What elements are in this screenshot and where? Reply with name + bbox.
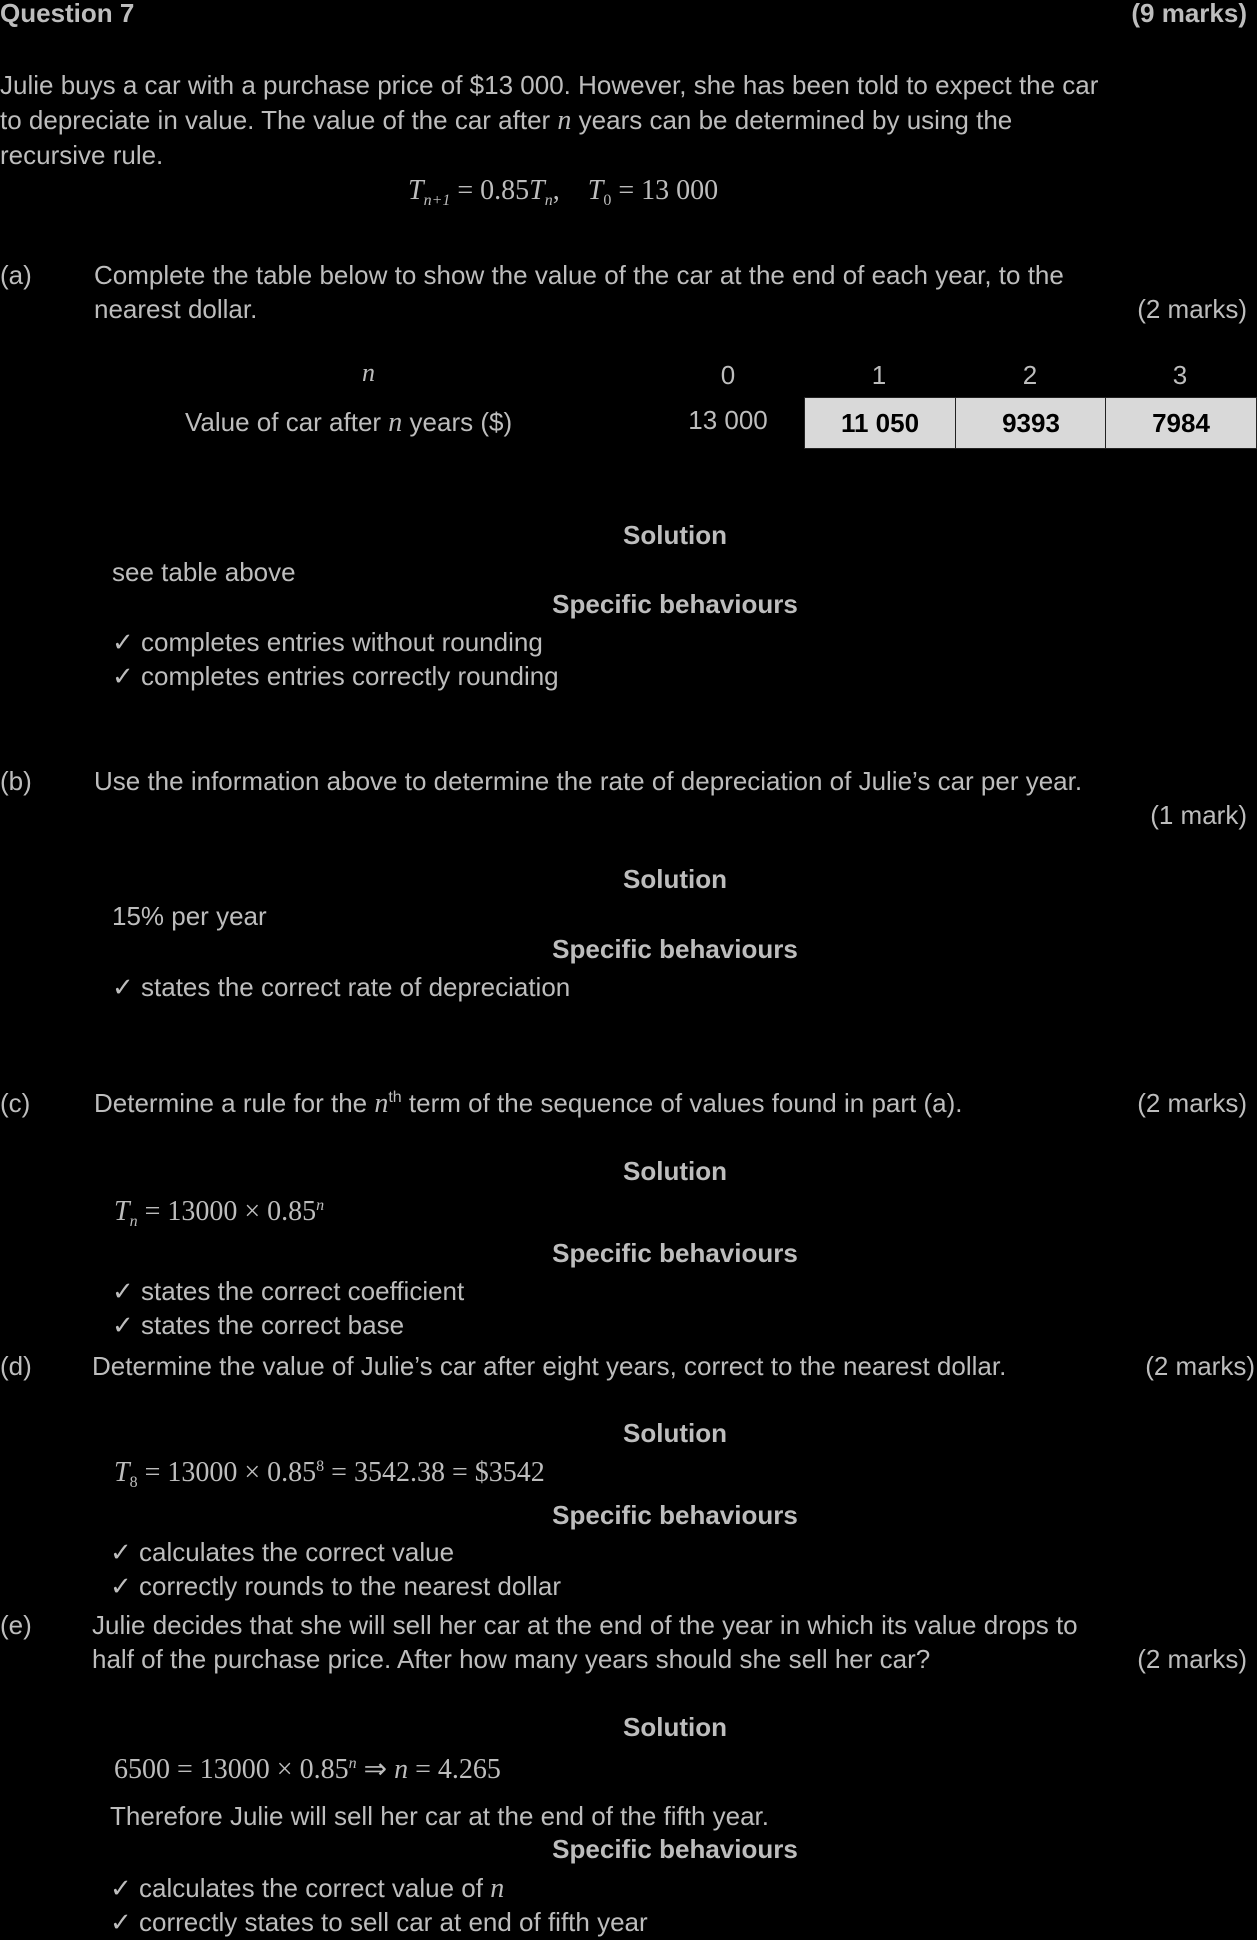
part-e-marks: (2 marks) (1137, 1644, 1247, 1674)
question-title: Question 7 (0, 0, 135, 28)
part-b-marks: (1 mark) (1150, 800, 1247, 830)
part-b-behaviour-1: ✓ states the correct rate of depreciatio… (112, 972, 571, 1002)
part-c-marks: (2 marks) (1137, 1088, 1247, 1118)
part-d-solution-formula: T8 = 13000 × 0.858 = 3542.38 = $3542 (114, 1457, 545, 1491)
table-value-2: 9393 (955, 397, 1107, 449)
table-value-label: Value of car after n years ($) (185, 407, 513, 438)
table-value-1: 11 050 (804, 397, 956, 449)
recursive-rule: Tn+1 = 0.85Tn, T0 = 13 000 (408, 175, 719, 209)
part-a-line-2: nearest dollar. (94, 294, 258, 324)
part-b-line-1: Use the information above to determine t… (94, 766, 1083, 796)
part-a-behaviour-2: ✓ completes entries correctly rounding (112, 661, 559, 691)
part-d-behaviours-title: Specific behaviours (552, 1500, 798, 1530)
intro-line-2: to depreciate in value. The value of the… (0, 105, 1013, 136)
part-b-label: (b) (0, 766, 32, 796)
part-b-behaviours-title: Specific behaviours (552, 934, 798, 964)
part-c-solution-title: Solution (623, 1156, 727, 1186)
part-b-solution: 15% per year (112, 901, 267, 931)
part-d-line-1: Determine the value of Julie’s car after… (92, 1351, 1007, 1381)
table-header-2: 2 (1022, 360, 1038, 390)
part-a-solution: see table above (112, 557, 296, 587)
part-a-label: (a) (0, 260, 32, 290)
part-e-behaviour-2: ✓ correctly states to sell car at end of… (110, 1907, 648, 1937)
table-n-label: n (362, 358, 375, 387)
part-c-behaviours-title: Specific behaviours (552, 1238, 798, 1268)
part-d-marks: (2 marks) (1145, 1351, 1255, 1381)
part-c-label: (c) (0, 1088, 31, 1118)
part-a-behaviours-title: Specific behaviours (552, 589, 798, 619)
part-a-line-1: Complete the table below to show the val… (94, 260, 1064, 290)
part-e-line-1: Julie decides that she will sell her car… (92, 1610, 1078, 1640)
table-value-3: 7984 (1105, 397, 1257, 449)
part-a-behaviour-1: ✓ completes entries without rounding (112, 627, 543, 657)
part-e-behaviour-1: ✓ calculates the correct value of n (110, 1873, 505, 1904)
table-header-3: 3 (1172, 360, 1188, 390)
part-c-behaviour-1: ✓ states the correct coefficient (112, 1276, 465, 1306)
intro-line-3: recursive rule. (0, 140, 164, 170)
part-c-solution-formula: Tn = 13000 × 0.85n (114, 1196, 325, 1230)
part-d-label: (d) (0, 1351, 32, 1381)
part-b-solution-title: Solution (623, 864, 727, 894)
part-e-solution-title: Solution (623, 1712, 727, 1742)
part-e-line-2: half of the purchase price. After how ma… (92, 1644, 931, 1674)
part-d-solution-title: Solution (623, 1418, 727, 1448)
intro-line-1: Julie buys a car with a purchase price o… (0, 70, 1099, 100)
table-header-0: 0 (720, 360, 736, 390)
table-value-0: 13 000 (688, 405, 768, 435)
part-a-solution-title: Solution (623, 520, 727, 550)
question-marks: (9 marks) (1131, 0, 1247, 28)
part-e-solution-formula: 6500 = 13000 × 0.85n ⇒ n = 4.265 (114, 1754, 501, 1785)
part-d-behaviour-2: ✓ correctly rounds to the nearest dollar (110, 1571, 562, 1601)
table-header-1: 1 (871, 360, 887, 390)
part-e-label: (e) (0, 1610, 32, 1640)
part-e-solution-conclusion: Therefore Julie will sell her car at the… (110, 1801, 770, 1831)
part-e-behaviours-title: Specific behaviours (552, 1834, 798, 1864)
part-a-marks: (2 marks) (1137, 294, 1247, 324)
part-c-behaviour-2: ✓ states the correct base (112, 1310, 405, 1340)
part-d-behaviour-1: ✓ calculates the correct value (110, 1537, 455, 1567)
part-c-line-1: Determine a rule for the nth term of the… (94, 1088, 963, 1119)
